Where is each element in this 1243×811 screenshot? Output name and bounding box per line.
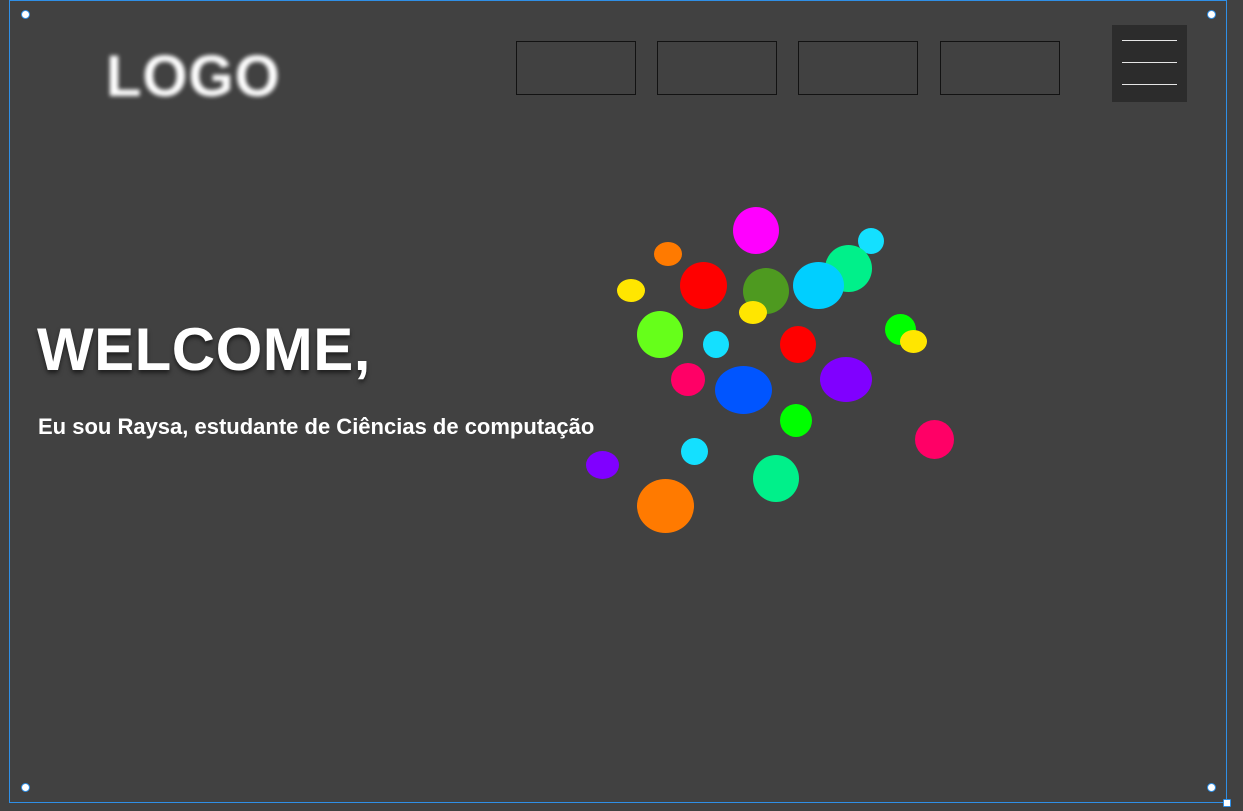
page-canvas: LOGO WELCOME, Eu sou Raysa, estudante de…	[0, 0, 1243, 811]
resize-handle-corner[interactable]	[1223, 799, 1231, 807]
resize-handle-top-left[interactable]	[21, 10, 30, 19]
resize-handle-bottom-right[interactable]	[1207, 783, 1216, 792]
resize-handle-bottom-left[interactable]	[21, 783, 30, 792]
resize-handle-top-right[interactable]	[1207, 10, 1216, 19]
selection-frame	[9, 0, 1227, 803]
